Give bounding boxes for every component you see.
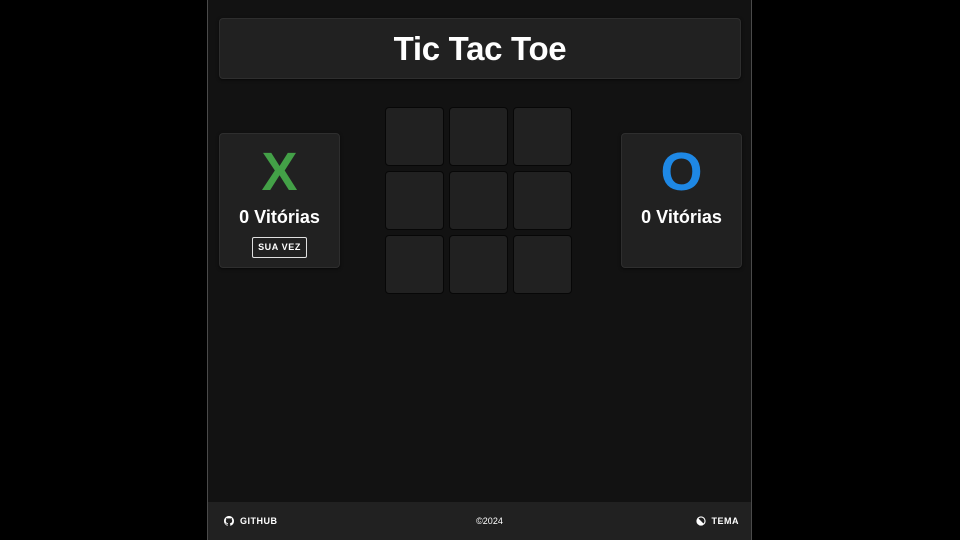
github-icon (224, 516, 234, 526)
board-cell-5[interactable] (449, 171, 508, 230)
game-board (385, 107, 572, 294)
theme-toggle-button[interactable]: TEMA (695, 516, 740, 526)
board-cell-4[interactable] (385, 171, 444, 230)
github-label: GITHUB (240, 516, 278, 526)
theme-label: TEMA (711, 516, 739, 526)
board-cell-8[interactable] (449, 235, 508, 294)
theme-icon (695, 516, 706, 526)
player-o-wins: 0 Vitórias (641, 207, 722, 227)
board-cell-6[interactable] (513, 171, 572, 230)
board-cell-3[interactable] (513, 107, 572, 166)
player-card-x: X 0 Vitórias SUA VEZ (219, 133, 340, 268)
turn-badge: SUA VEZ (252, 237, 307, 258)
page-title: Tic Tac Toe (393, 29, 567, 67)
player-card-o: O 0 Vitórias (621, 133, 742, 268)
app-container: Tic Tac Toe X 0 Vitórias SUA VEZ O 0 Vit… (207, 0, 752, 540)
player-x-wins: 0 Vitórias (239, 207, 320, 227)
player-x-symbol: X (261, 142, 298, 202)
board-cell-2[interactable] (449, 107, 508, 166)
copyright-text: ©2024 (476, 516, 503, 526)
board-cell-1[interactable] (385, 107, 444, 166)
title-bar: Tic Tac Toe (219, 18, 741, 79)
board-cell-9[interactable] (513, 235, 572, 294)
player-o-symbol: O (660, 142, 703, 202)
github-link[interactable]: GITHUB (224, 516, 278, 526)
footer: GITHUB ©2024 TEMA (208, 502, 751, 540)
board-cell-7[interactable] (385, 235, 444, 294)
